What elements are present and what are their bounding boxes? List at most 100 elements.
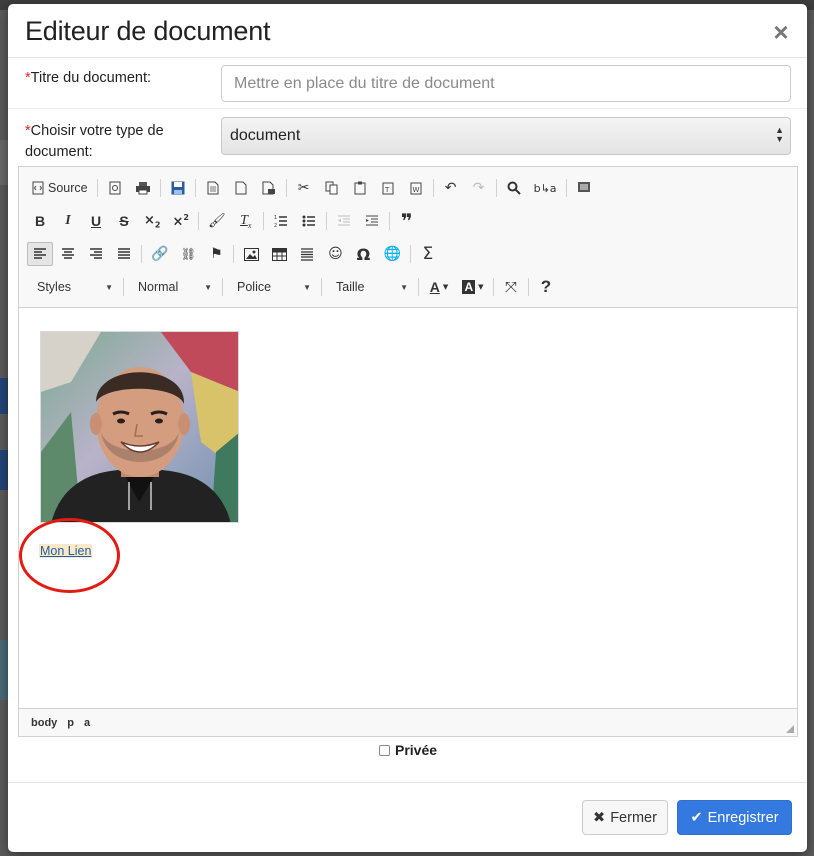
select-arrows-icon: ▲ ▼ — [775, 125, 784, 144]
copy-format-button[interactable]: 🖌 — [203, 209, 231, 233]
editor-toolbar: Source ✂ T W ↶ ↷ b↳a B I U S ×2 ×2 🖌 Tx … — [19, 167, 797, 308]
help-button[interactable]: ? — [533, 275, 559, 299]
text-color-icon: A — [429, 279, 440, 295]
image-icon — [243, 247, 259, 261]
toolbar-separator — [409, 245, 411, 263]
subscript-icon: ×2 — [144, 212, 161, 230]
redo-button[interactable]: ↷ — [466, 176, 492, 200]
toolbar-separator — [222, 278, 223, 296]
remove-format-button[interactable]: Tx — [233, 209, 259, 233]
toolbar-separator — [565, 179, 567, 197]
smiley-button[interactable]: ☺ — [322, 242, 348, 266]
bulleted-list-button[interactable] — [296, 209, 322, 233]
paste-word-button[interactable]: W — [403, 176, 429, 200]
outdent-button[interactable] — [331, 209, 357, 233]
image-button[interactable] — [238, 242, 264, 266]
document-button[interactable] — [228, 176, 254, 200]
editor-content-area[interactable]: Mon Lien — [19, 309, 797, 709]
chevron-down-icon: ▼ — [478, 283, 484, 291]
format-dropdown[interactable]: Normal ▼ — [128, 275, 220, 299]
subscript-button[interactable]: ×2 — [139, 209, 165, 233]
preview-button[interactable] — [102, 176, 128, 200]
size-dropdown[interactable]: Taille ▼ — [326, 275, 416, 299]
document-type-select[interactable]: document ▲ ▼ — [221, 117, 791, 155]
smiley-icon: ☺ — [328, 246, 343, 262]
align-left-button[interactable] — [27, 242, 53, 266]
strikethrough-icon: S — [119, 213, 129, 229]
styles-dropdown[interactable]: Styles ▼ — [27, 275, 121, 299]
bulleted-list-icon — [302, 215, 315, 227]
paste-button[interactable] — [347, 176, 373, 200]
superscript-button[interactable]: ×2 — [167, 209, 193, 233]
close-button[interactable]: ✖ Fermer — [582, 800, 668, 835]
private-checkbox[interactable] — [379, 744, 390, 756]
maximize-button[interactable]: ⤧ — [498, 275, 524, 299]
table-icon — [271, 247, 287, 261]
svg-text:T: T — [384, 186, 390, 194]
link-button[interactable]: 🔗 — [146, 242, 173, 266]
close-icon[interactable]: × — [771, 19, 791, 45]
resize-grip-icon[interactable] — [786, 725, 794, 733]
select-all-icon — [577, 182, 590, 192]
paintbrush-icon: 🖌 — [207, 213, 226, 229]
templates-button[interactable] — [256, 176, 282, 200]
indent-icon — [365, 215, 378, 226]
source-icon — [32, 181, 44, 195]
underline-button[interactable]: U — [83, 209, 109, 233]
paste-text-button[interactable]: T — [375, 176, 401, 200]
numbered-list-button[interactable]: 12 — [268, 209, 294, 233]
inserted-image[interactable] — [40, 331, 239, 523]
path-item-a[interactable]: a — [84, 717, 90, 729]
bg-color-button[interactable]: A ▼ — [457, 275, 489, 299]
source-label: Source — [48, 181, 88, 195]
toolbar-row-1: Source ✂ T W ↶ ↷ b↳a — [27, 175, 599, 201]
title-label-text: Titre du document: — [30, 70, 152, 86]
bg-color-icon: A — [462, 280, 476, 294]
chevron-down-icon: ▼ — [105, 282, 113, 292]
rich-text-editor: Source ✂ T W ↶ ↷ b↳a B I U S ×2 ×2 🖌 Tx … — [18, 166, 798, 737]
save-button[interactable]: ✔ Enregistrer — [677, 800, 792, 835]
title-input[interactable] — [221, 65, 791, 102]
remove-format-icon: Tx — [240, 212, 252, 230]
math-button[interactable]: Σ — [415, 242, 441, 266]
toolbar-separator — [418, 278, 419, 296]
font-dropdown[interactable]: Police ▼ — [227, 275, 319, 299]
align-right-button[interactable] — [83, 242, 109, 266]
format-label: Normal — [138, 280, 179, 294]
type-row: *Choisir votre type de document: documen… — [8, 110, 807, 166]
superscript-icon: ×2 — [172, 212, 189, 230]
cut-button[interactable]: ✂ — [291, 176, 317, 200]
italic-button[interactable]: I — [55, 209, 81, 233]
unlink-button[interactable]: ⛓ — [175, 242, 201, 266]
anchor-button[interactable]: ⚑ — [203, 242, 229, 266]
find-button[interactable] — [501, 176, 527, 200]
toolbar-separator — [493, 278, 494, 296]
special-char-button[interactable]: Ω — [350, 242, 376, 266]
iframe-button[interactable]: 🌐 — [378, 242, 405, 266]
strike-button[interactable]: S — [111, 209, 137, 233]
save-doc-button[interactable] — [165, 176, 191, 200]
print-button[interactable] — [130, 176, 156, 200]
link-icon: 🔗 — [151, 246, 169, 262]
undo-button[interactable]: ↶ — [438, 176, 464, 200]
person-photo — [41, 332, 238, 522]
horizontal-rule-button[interactable] — [294, 242, 320, 266]
path-item-p[interactable]: p — [67, 717, 74, 729]
source-button[interactable]: Source — [27, 176, 93, 200]
select-all-button[interactable] — [571, 176, 597, 200]
replace-button[interactable]: b↳a — [529, 176, 562, 200]
new-page-button[interactable] — [200, 176, 226, 200]
table-button[interactable] — [266, 242, 292, 266]
copy-button[interactable] — [319, 176, 345, 200]
blockquote-button[interactable]: ❞ — [394, 209, 420, 233]
toolbar-separator — [197, 212, 199, 230]
justify-button[interactable] — [111, 242, 137, 266]
chevron-down-icon: ▼ — [204, 282, 212, 292]
path-item-body[interactable]: body — [31, 717, 57, 729]
numbered-list-icon: 12 — [274, 215, 287, 228]
indent-button[interactable] — [359, 209, 385, 233]
text-color-button[interactable]: A ▼ — [423, 275, 455, 299]
align-center-button[interactable] — [55, 242, 81, 266]
bold-button[interactable]: B — [27, 209, 53, 233]
toolbar-separator — [285, 179, 287, 197]
